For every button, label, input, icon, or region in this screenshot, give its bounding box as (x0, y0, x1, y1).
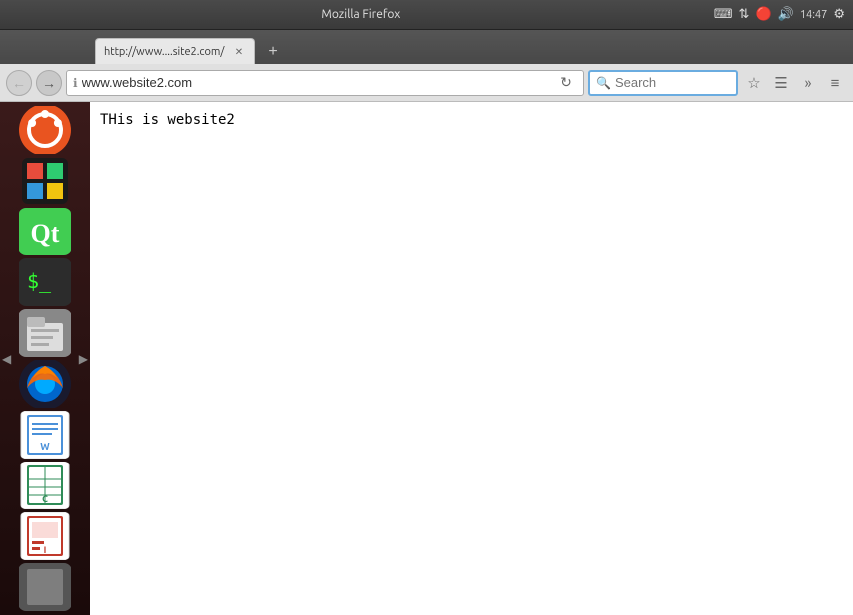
sidebar-item-firefox[interactable] (18, 360, 72, 408)
settings-icon: ⚙ (833, 7, 845, 22)
keyboard-icon: ⌨ (714, 7, 733, 22)
svg-text:$_: $_ (27, 269, 52, 293)
svg-text:Qt: Qt (31, 219, 60, 248)
volume-icon: 🔊 (778, 7, 794, 22)
sidebar-expand-right[interactable]: ▶ (79, 352, 88, 366)
tab-close-button[interactable]: ✕ (232, 45, 246, 59)
search-input[interactable] (615, 75, 725, 90)
sidebar-item-impress[interactable]: I (18, 512, 72, 560)
svg-text:C: C (42, 494, 48, 504)
system-tray: ⌨ ⇅ 🔴 🔊 14:47 ⚙ (714, 7, 845, 22)
tab-bar: http://www....site2.com/ ✕ + (0, 30, 853, 64)
new-tab-button[interactable]: + (261, 40, 285, 64)
window-title: Mozilla Firefox (8, 8, 714, 21)
address-input[interactable] (82, 75, 551, 90)
address-bar-wrapper: ℹ ↻ (66, 70, 584, 96)
sidebar-collapse-left[interactable]: ◀ (2, 352, 11, 366)
sidebar-item-multicolor[interactable] (18, 157, 72, 205)
sidebar-item-files[interactable] (18, 309, 72, 357)
sidebar-item-qt[interactable]: Qt (18, 208, 72, 256)
page-content: THis is website2 (100, 112, 843, 128)
search-icon: 🔍 (596, 76, 611, 90)
tab-site2[interactable]: http://www....site2.com/ ✕ (95, 38, 255, 64)
more-tools-button[interactable]: » (796, 71, 820, 95)
info-icon: ℹ (73, 76, 78, 90)
tab-title: http://www....site2.com/ (104, 46, 226, 58)
refresh-button[interactable]: ↻ (555, 72, 577, 94)
sidebar-item-calc[interactable]: C (18, 462, 72, 510)
content-area: THis is website2 (90, 102, 853, 615)
nav-action-buttons: ☆ ☰ » ≡ (742, 71, 847, 95)
title-bar: Mozilla Firefox ⌨ ⇅ 🔴 🔊 14:47 ⚙ (0, 0, 853, 30)
sidebar-item-ubuntu[interactable] (18, 106, 72, 154)
navigation-bar: ← → ℹ ↻ 🔍 ☆ ☰ » ≡ (0, 64, 853, 102)
back-button[interactable]: ← (6, 70, 32, 96)
bookmark-button[interactable]: ☆ (742, 71, 766, 95)
sidebar: ◀ ▶ Qt (0, 102, 90, 615)
network-icon: ⇅ (739, 7, 750, 22)
sidebar-item-generic[interactable] (18, 563, 72, 611)
menu-button[interactable]: ≡ (823, 71, 847, 95)
svg-text:I: I (44, 545, 47, 555)
sidebar-item-terminal[interactable]: $_ (18, 258, 72, 306)
svg-text:W: W (40, 441, 50, 452)
forward-button[interactable]: → (36, 70, 62, 96)
main-layout: ◀ ▶ Qt (0, 102, 853, 615)
raspberrypi-icon: 🔴 (755, 7, 771, 22)
sidebar-item-writer[interactable]: W (18, 411, 72, 459)
reader-mode-button[interactable]: ☰ (769, 71, 793, 95)
clock: 14:47 (800, 9, 828, 21)
search-bar-wrapper: 🔍 (588, 70, 738, 96)
